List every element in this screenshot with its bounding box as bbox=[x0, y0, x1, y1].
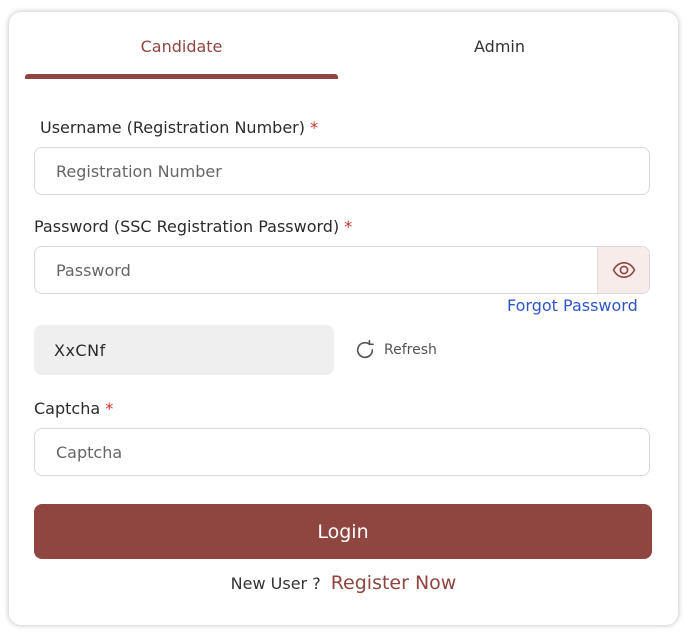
password-input[interactable]: Password bbox=[34, 246, 650, 294]
login-tabs: Candidate Admin bbox=[25, 12, 661, 80]
tab-candidate[interactable]: Candidate bbox=[25, 12, 338, 80]
username-label: Username (Registration Number) * bbox=[40, 118, 318, 137]
forgot-password-link[interactable]: Forgot Password bbox=[507, 296, 638, 315]
register-now-link[interactable]: Register Now bbox=[331, 572, 457, 594]
captcha-placeholder: Captcha bbox=[56, 442, 123, 462]
login-button[interactable]: Login bbox=[34, 504, 652, 559]
refresh-captcha-button[interactable]: Refresh bbox=[354, 338, 437, 362]
eye-icon bbox=[612, 262, 635, 278]
toggle-password-visibility-button[interactable] bbox=[597, 247, 649, 293]
captcha-label: Captcha * bbox=[34, 399, 113, 418]
tab-candidate-label: Candidate bbox=[140, 36, 223, 56]
refresh-label: Refresh bbox=[384, 342, 437, 358]
username-label-text: Username (Registration Number) bbox=[40, 118, 305, 137]
login-card: Candidate Admin Username (Registration N… bbox=[9, 12, 678, 625]
captcha-code: XxCNf bbox=[34, 325, 334, 375]
active-tab-indicator bbox=[25, 74, 338, 79]
captcha-code-text: XxCNf bbox=[54, 340, 106, 360]
captcha-input[interactable]: Captcha bbox=[34, 428, 650, 476]
password-label-text: Password (SSC Registration Password) bbox=[34, 217, 340, 236]
required-asterisk: * bbox=[310, 118, 319, 137]
required-asterisk: * bbox=[344, 217, 353, 236]
password-label: Password (SSC Registration Password) * bbox=[34, 217, 352, 236]
login-button-label: Login bbox=[317, 520, 369, 543]
new-user-text: New User ? bbox=[230, 574, 321, 593]
refresh-icon bbox=[356, 339, 374, 359]
tab-admin-label: Admin bbox=[474, 36, 525, 56]
password-placeholder: Password bbox=[56, 260, 131, 280]
username-input[interactable]: Registration Number bbox=[34, 147, 650, 195]
username-placeholder: Registration Number bbox=[56, 161, 222, 181]
tab-admin[interactable]: Admin bbox=[338, 12, 661, 80]
required-asterisk: * bbox=[105, 399, 114, 418]
captcha-label-text: Captcha bbox=[34, 399, 101, 418]
register-prompt: New User ? Register Now bbox=[9, 572, 678, 594]
